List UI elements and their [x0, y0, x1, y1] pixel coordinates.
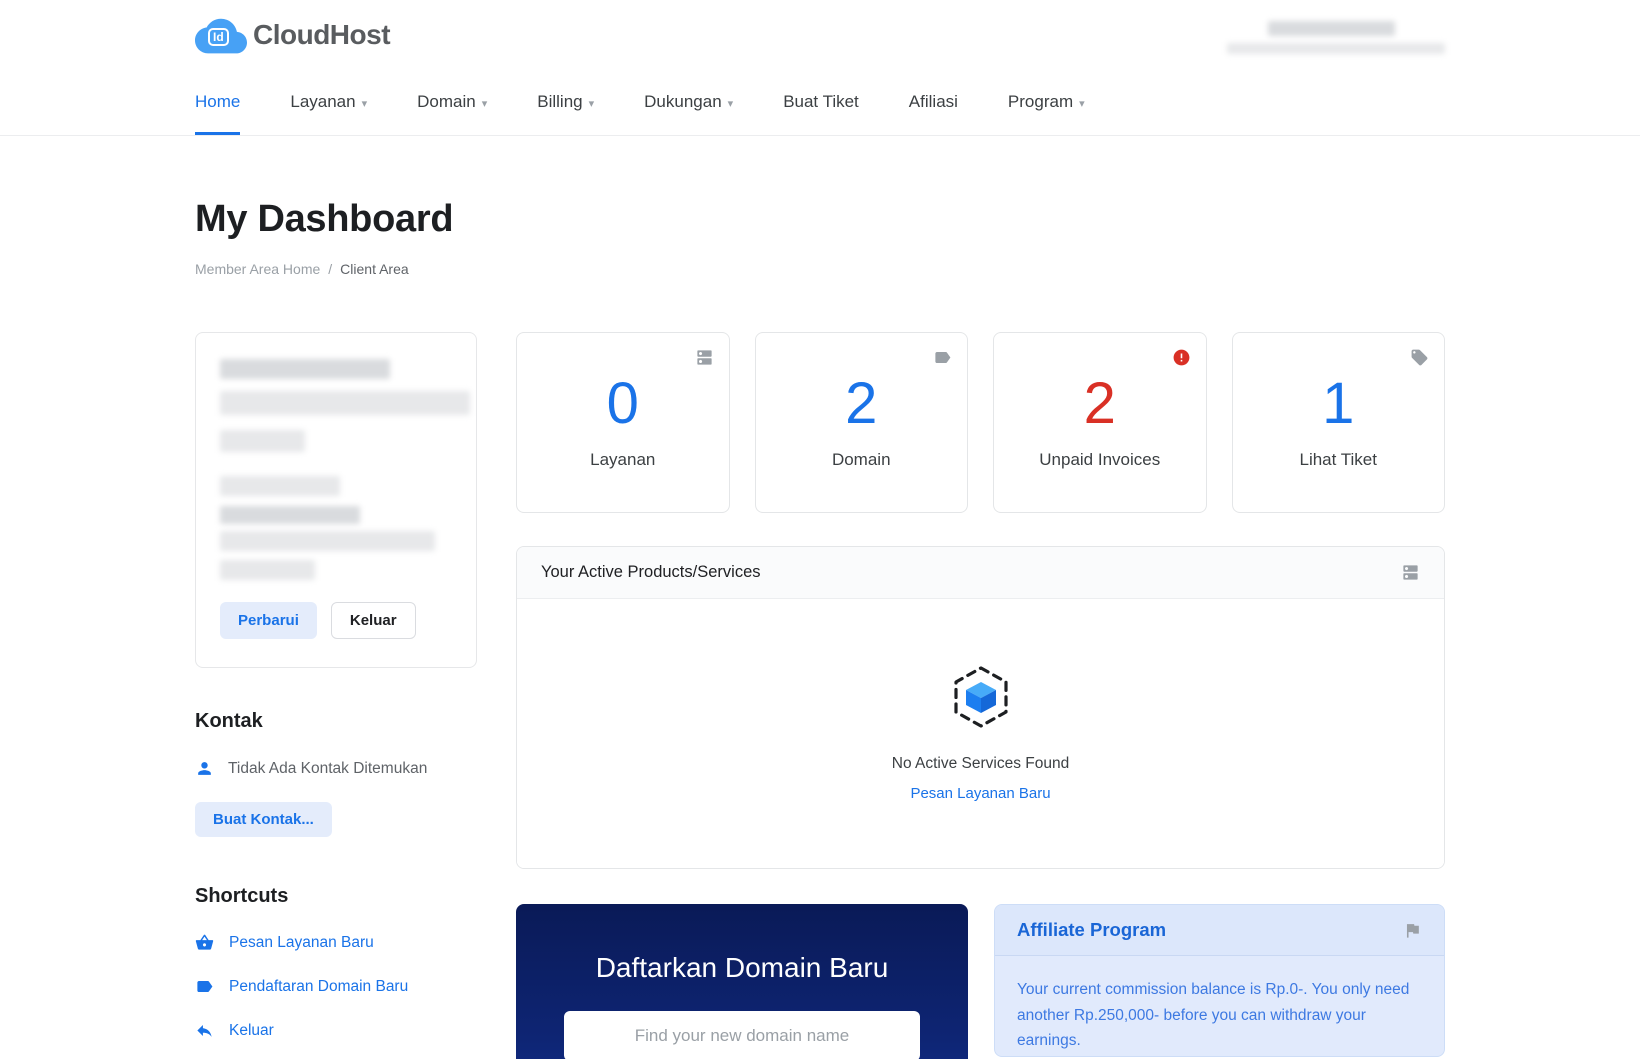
stat-label: Unpaid Invoices	[1039, 450, 1160, 470]
label-icon	[195, 977, 214, 996]
profile-field-redacted	[220, 506, 360, 524]
brand-logo[interactable]: Id CloudHost	[195, 16, 390, 54]
nav-item-afiliasi[interactable]: Afiliasi	[909, 69, 958, 135]
contact-heading: Kontak	[195, 710, 477, 733]
shortcut-logout[interactable]: Keluar	[195, 1021, 477, 1040]
register-domain-banner: Daftarkan Domain Baru	[516, 904, 968, 1059]
profile-address-redacted	[220, 391, 470, 415]
cloud-logo-icon: Id	[195, 16, 247, 54]
user-account-info-redacted[interactable]	[1227, 15, 1445, 54]
empty-services-title: No Active Services Found	[892, 755, 1069, 773]
chevron-down-icon: ▾	[728, 97, 734, 110]
stat-card-tickets[interactable]: 1 Lihat Tiket	[1232, 332, 1446, 513]
basket-icon	[195, 933, 214, 952]
chevron-down-icon: ▾	[589, 97, 595, 110]
top-header: Id CloudHost	[0, 0, 1640, 69]
nav-label: Dukungan	[644, 92, 722, 112]
profile-name-redacted	[220, 359, 390, 379]
nav-label: Billing	[537, 92, 582, 112]
profile-field-redacted	[220, 560, 315, 580]
person-icon	[195, 759, 214, 778]
chevron-down-icon: ▾	[1079, 97, 1085, 110]
empty-services-cube-icon	[949, 665, 1013, 729]
reply-icon	[195, 1021, 214, 1040]
user-name-redacted	[1268, 21, 1395, 36]
shortcuts-heading: Shortcuts	[195, 885, 477, 908]
nav-label: Afiliasi	[909, 92, 958, 112]
shortcut-label: Keluar	[229, 1022, 274, 1040]
chevron-down-icon: ▾	[362, 97, 368, 110]
nav-item-buat-tiket[interactable]: Buat Tiket	[783, 69, 859, 135]
dns-icon	[695, 348, 714, 367]
error-icon	[1172, 348, 1191, 367]
nav-label: Domain	[417, 92, 476, 112]
nav-label: Layanan	[290, 92, 355, 112]
logo-wordmark: CloudHost	[253, 19, 390, 51]
logo-badge-text: Id	[208, 28, 229, 46]
stat-label: Domain	[832, 450, 891, 470]
stat-label: Layanan	[590, 450, 655, 470]
renew-button[interactable]: Perbarui	[220, 602, 317, 639]
stat-card-domains[interactable]: 2 Domain	[755, 332, 969, 513]
shortcut-label: Pendaftaran Domain Baru	[229, 978, 408, 996]
contact-empty-text: Tidak Ada Kontak Ditemukan	[228, 760, 427, 778]
stat-label: Lihat Tiket	[1300, 450, 1378, 470]
profile-field-redacted	[220, 476, 340, 496]
nav-item-layanan[interactable]: Layanan ▾	[290, 69, 367, 135]
affiliate-title: Affiliate Program	[1017, 919, 1166, 941]
stat-value: 0	[607, 375, 639, 433]
stat-value: 1	[1322, 375, 1354, 433]
active-products-panel: Your Active Products/Services	[516, 546, 1445, 869]
shortcut-order-new-service[interactable]: Pesan Layanan Baru	[195, 933, 477, 952]
stat-card-unpaid-invoices[interactable]: 2 Unpaid Invoices	[993, 332, 1207, 513]
page-title: My Dashboard	[195, 198, 1445, 241]
nav-label: Buat Tiket	[783, 92, 859, 112]
nav-label: Program	[1008, 92, 1073, 112]
affiliate-balance-text: Your current commission balance is Rp.0-…	[995, 956, 1444, 1057]
stat-value: 2	[1084, 375, 1116, 433]
profile-card: Perbarui Keluar	[195, 332, 477, 668]
user-email-redacted	[1227, 43, 1445, 54]
main-navigation: Home Layanan ▾ Domain ▾ Billing ▾ Dukung…	[0, 69, 1640, 136]
chevron-down-icon: ▾	[482, 97, 488, 110]
stats-row: 0 Layanan 2 Domain 2 Unpaid Invoices	[516, 332, 1445, 513]
main-content: 0 Layanan 2 Domain 2 Unpaid Invoices	[516, 332, 1445, 1059]
sidebar: Perbarui Keluar Kontak Tidak Ada Kontak …	[195, 332, 477, 1059]
affiliate-panel: Affiliate Program Your current commissio…	[994, 904, 1445, 1057]
nav-label: Home	[195, 92, 240, 112]
nav-item-program[interactable]: Program ▾	[1008, 69, 1085, 135]
products-panel-title: Your Active Products/Services	[541, 563, 761, 582]
label-icon	[933, 348, 952, 367]
breadcrumb-root[interactable]: Member Area Home	[195, 261, 320, 277]
flag-icon	[1403, 921, 1422, 940]
order-new-service-link[interactable]: Pesan Layanan Baru	[910, 785, 1050, 802]
nav-item-domain[interactable]: Domain ▾	[417, 69, 487, 135]
register-domain-title: Daftarkan Domain Baru	[596, 952, 889, 984]
tag-icon	[1410, 348, 1429, 367]
logout-button[interactable]: Keluar	[331, 602, 416, 639]
domain-search-input[interactable]	[564, 1011, 920, 1059]
breadcrumb: Member Area Home / Client Area	[195, 261, 1445, 277]
nav-item-billing[interactable]: Billing ▾	[537, 69, 594, 135]
profile-field-redacted	[220, 531, 435, 551]
profile-city-redacted	[220, 430, 305, 452]
breadcrumb-separator: /	[328, 261, 332, 277]
dns-icon	[1401, 563, 1420, 582]
shortcut-label: Pesan Layanan Baru	[229, 934, 374, 952]
nav-item-dukungan[interactable]: Dukungan ▾	[644, 69, 733, 135]
stat-card-services[interactable]: 0 Layanan	[516, 332, 730, 513]
create-contact-button[interactable]: Buat Kontak...	[195, 802, 332, 837]
shortcut-register-domain[interactable]: Pendaftaran Domain Baru	[195, 977, 477, 996]
nav-item-home[interactable]: Home	[195, 69, 240, 135]
stat-value: 2	[845, 375, 877, 433]
breadcrumb-current: Client Area	[340, 261, 408, 277]
